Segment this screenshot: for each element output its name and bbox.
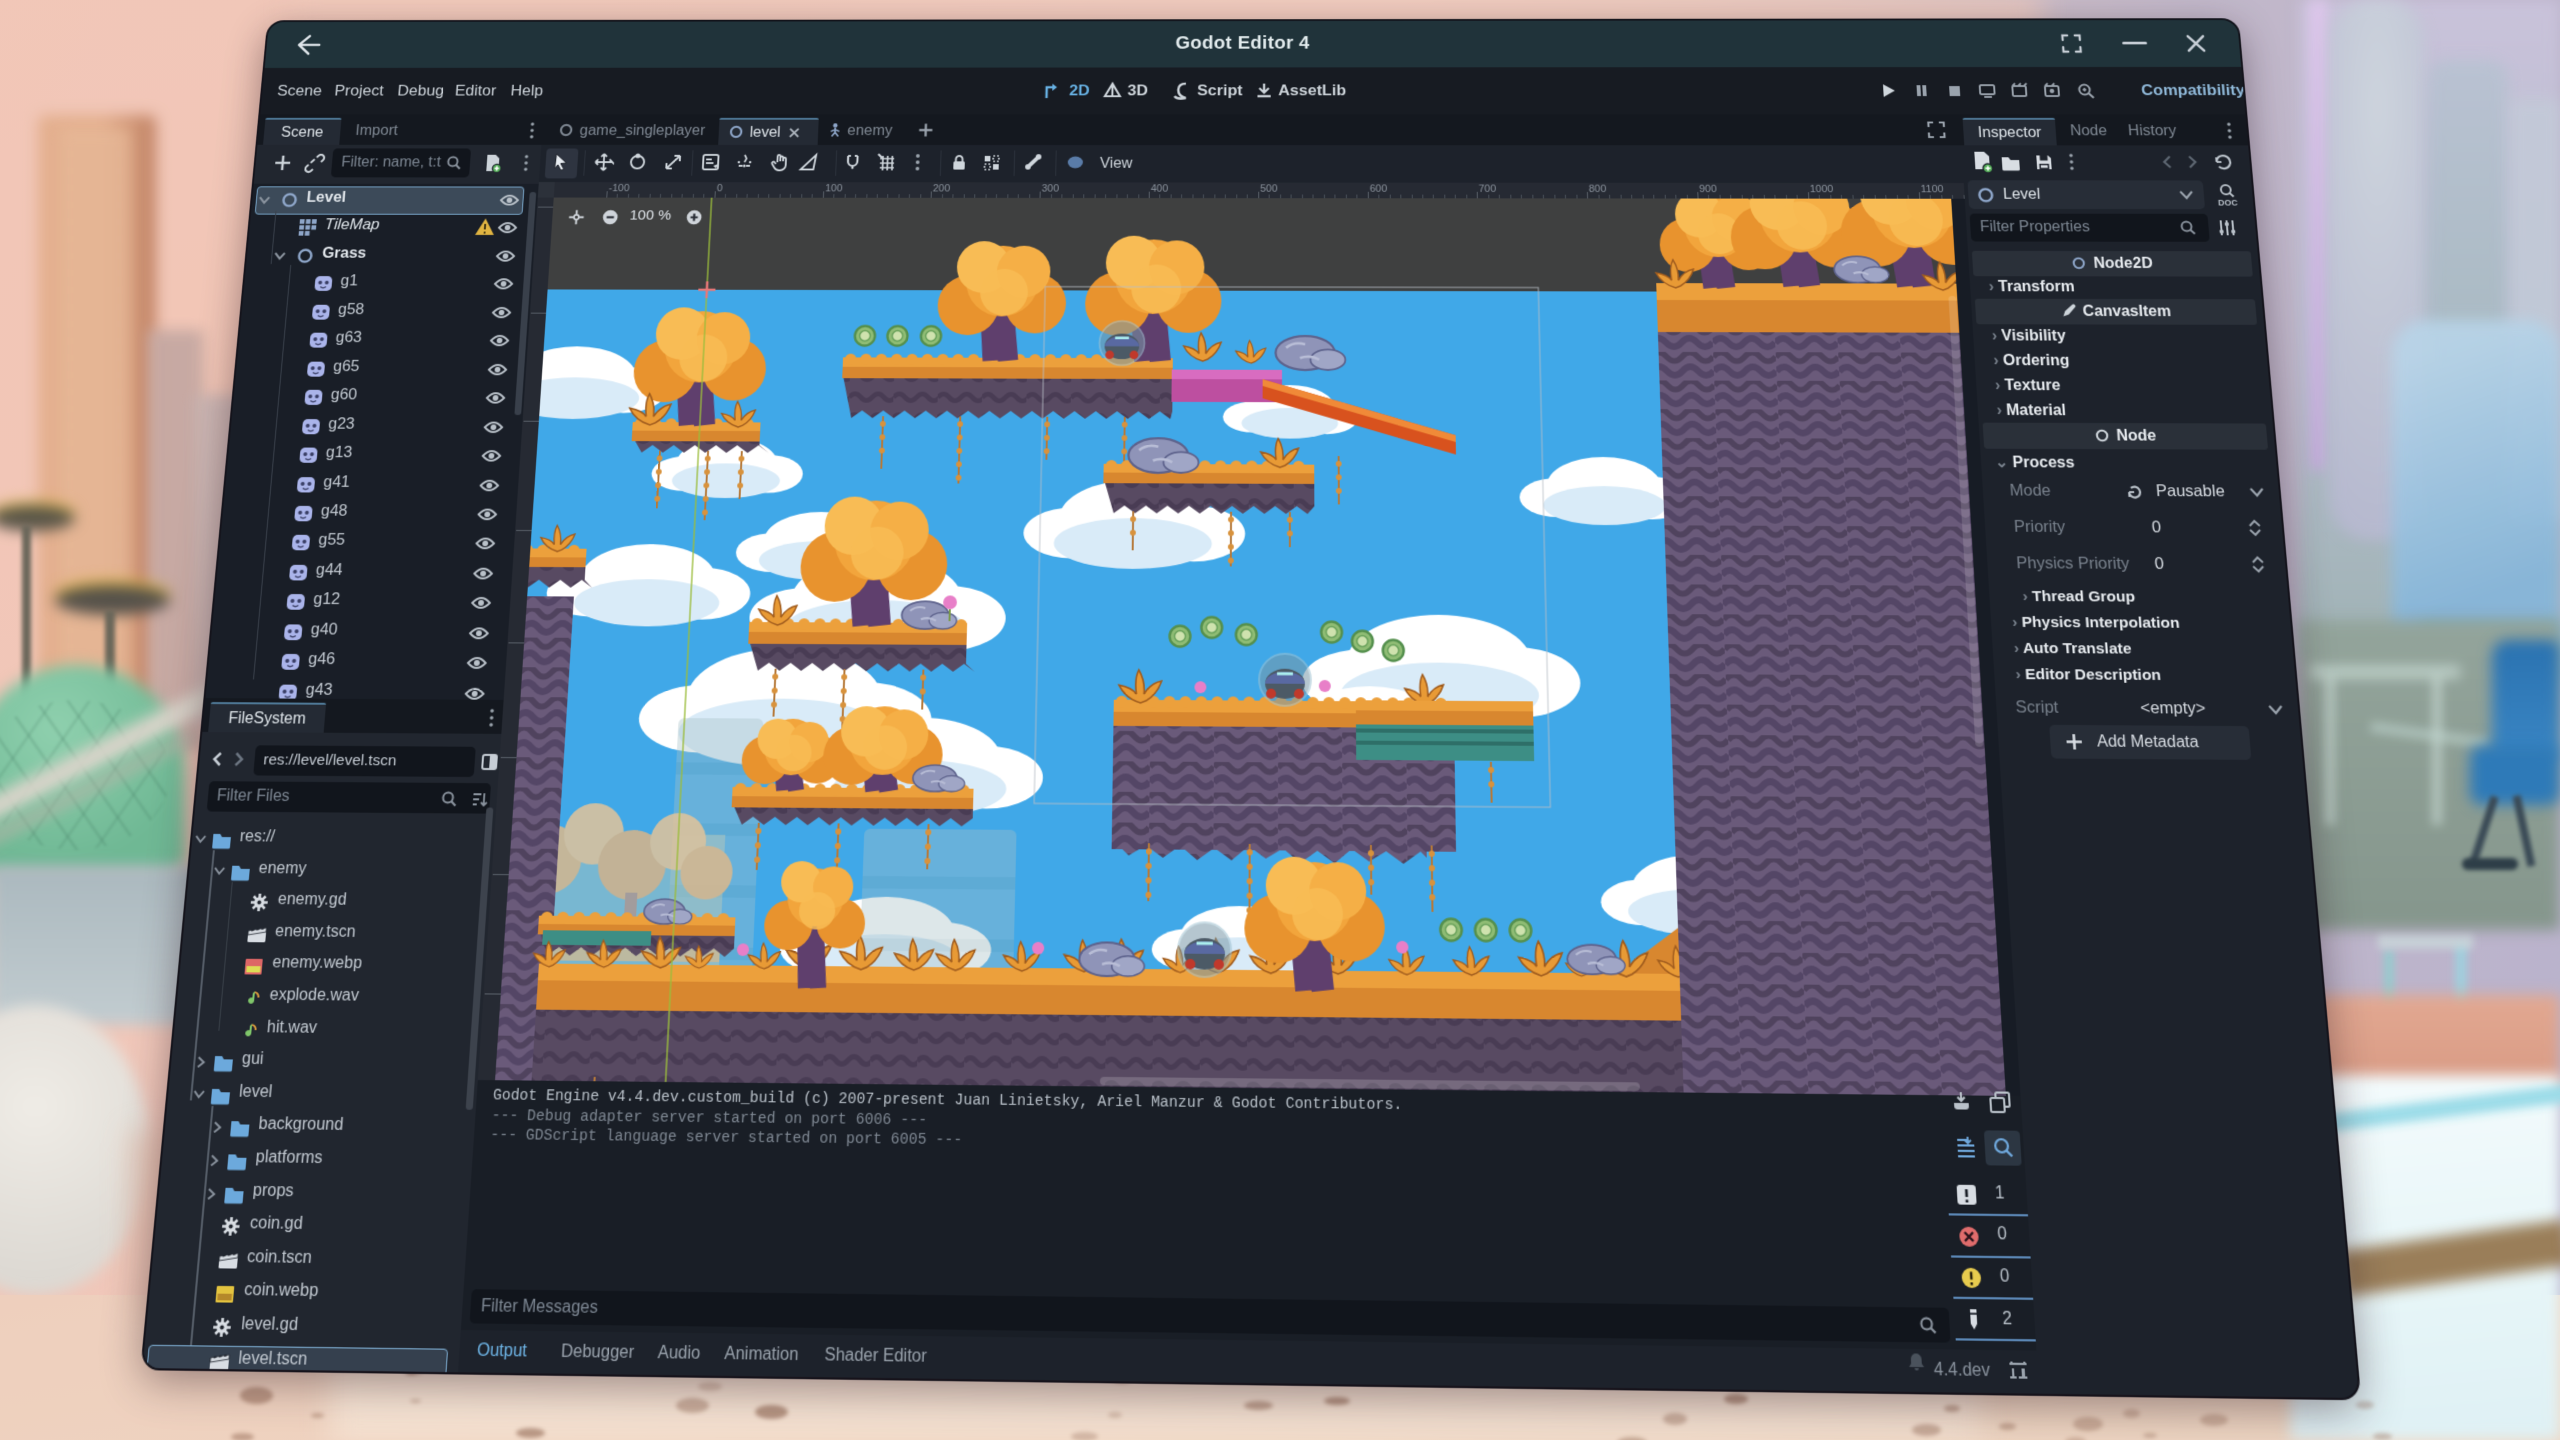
svg-text:DOC: DOC: [2218, 198, 2238, 207]
